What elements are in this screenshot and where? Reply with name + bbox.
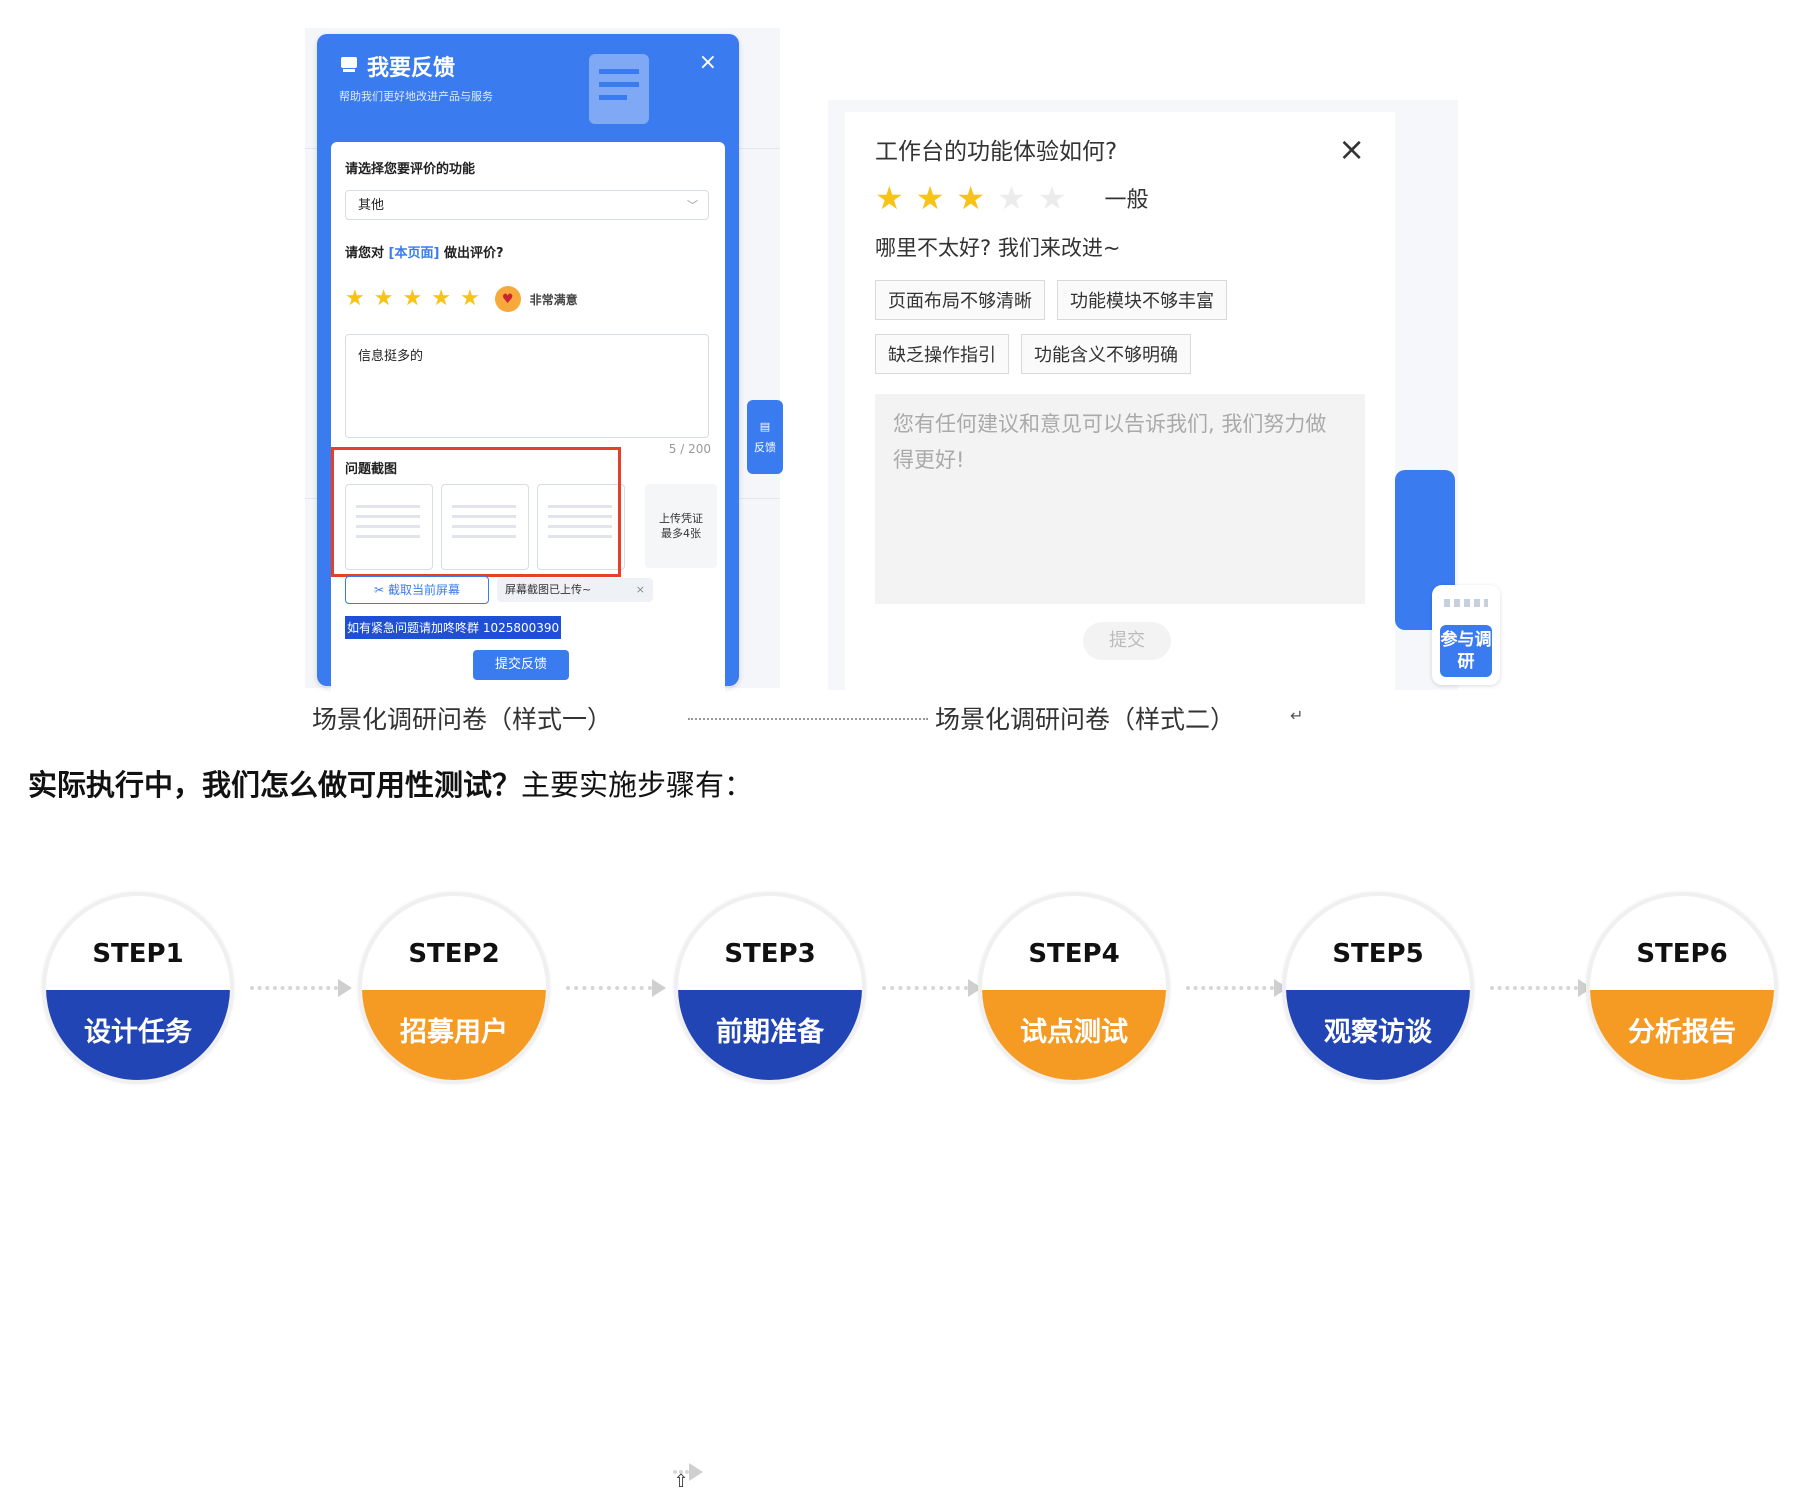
step-label: STEP3 (724, 939, 816, 969)
survey-panel-style2: 工作台的功能体验如何? × ★ ★ ★ ★ ★ 一般 哪里不太好? 我们来改进~… (845, 112, 1395, 690)
caption-style1: 场景化调研问卷（样式一） (312, 705, 613, 734)
char-counter: 5 / 200 (668, 442, 711, 456)
step-label: STEP1 (92, 939, 184, 969)
star-icon[interactable]: ★ (460, 288, 480, 310)
issue-tag[interactable]: 缺乏操作指引 (875, 334, 1009, 374)
star-icon[interactable]: ★ (956, 182, 985, 214)
panel-subtitle: 帮助我们更好地改进产品与服务 (339, 90, 493, 103)
step-name: 分析报告 (1590, 990, 1774, 1080)
star-icon[interactable]: ★ (374, 288, 394, 310)
issue-tags: 页面布局不够清晰 功能模块不够丰富 缺乏操作指引 功能含义不够明确 (875, 280, 1355, 374)
question-normal: 主要实施步骤有： (521, 768, 754, 802)
issue-tag[interactable]: 功能含义不够明确 (1021, 334, 1191, 374)
step-label: STEP5 (1332, 939, 1424, 969)
return-mark-icon: ↵ (1290, 706, 1304, 725)
uploaded-text: 屏幕截图已上传~ (505, 583, 592, 596)
rate-label-prefix: 请您对 (345, 246, 385, 261)
step-1: STEP1 设计任务 (42, 892, 234, 1084)
panel-body: 请选择您要评价的功能 其他 ﹀ 请您对 [本页面] 做出评价? ★ ★ ★ ★ … (331, 142, 725, 1491)
step-label: STEP6 (1636, 939, 1728, 969)
rate-label-suffix: 做出评价? (443, 246, 504, 261)
panel-title: 我要反馈 (367, 56, 456, 81)
question-bold: 实际执行中，我们怎么做可用性测试？ (28, 768, 522, 802)
upload-icon: ⇧ (673, 1463, 703, 1492)
issue-tag[interactable]: 功能模块不够丰富 (1057, 280, 1227, 320)
arrow-right-icon (1490, 979, 1592, 997)
highlight-box (331, 447, 621, 577)
upload-button[interactable]: ⇧ 上传凭证 最多4张 (645, 484, 717, 1491)
decorative-illustration (589, 54, 649, 124)
decorative-dots (1444, 599, 1488, 607)
close-icon[interactable]: × (636, 578, 645, 602)
rating-text: 一般 (1104, 188, 1149, 213)
star-icon[interactable]: ★ (875, 182, 904, 214)
join-survey-button[interactable]: 参与调研 (1432, 585, 1500, 685)
issue-tag[interactable]: 页面布局不够清晰 (875, 280, 1045, 320)
step-6: STEP6 分析报告 (1586, 892, 1778, 1084)
arrow-right-icon (882, 979, 982, 997)
panel-header: 我要反馈 帮助我们更好地改进产品与服务 (339, 50, 493, 104)
step-name: 观察访谈 (1286, 990, 1470, 1080)
capture-button-label: 截取当前屏幕 (387, 583, 460, 597)
star-icon[interactable]: ★ (345, 288, 365, 310)
feedback-icon (339, 54, 359, 78)
upload-line2: 最多4张 (661, 527, 701, 540)
feedback-textarea[interactable]: 信息挺多的 (345, 334, 709, 438)
function-select[interactable]: 其他 ﹀ (345, 190, 709, 220)
feedback-panel-style1: 我要反馈 帮助我们更好地改进产品与服务 × 请选择您要评价的功能 其他 ﹀ 请您… (317, 34, 739, 1491)
close-icon[interactable]: × (699, 50, 717, 75)
rate-label: 请您对 [本页面] 做出评价? (345, 242, 504, 261)
star-icon[interactable]: ★ (916, 182, 945, 214)
step-name: 试点测试 (982, 990, 1166, 1080)
rate-label-link[interactable]: [本页面] (389, 246, 440, 261)
side-tab-label: 反馈 (754, 440, 776, 454)
caption-divider (688, 718, 928, 720)
star-icon[interactable]: ★ (997, 182, 1026, 214)
arrow-right-icon (566, 979, 666, 997)
step-label: STEP2 (408, 939, 500, 969)
arrow-right-icon (1186, 979, 1288, 997)
arrow-right-icon (250, 979, 352, 997)
feedback-side-tab[interactable]: ▤ 反馈 (747, 400, 783, 474)
step-5: STEP5 观察访谈 (1282, 892, 1474, 1084)
star-icon[interactable]: ★ (431, 288, 451, 310)
scissors-icon: ✂ (374, 583, 385, 597)
select-value: 其他 (358, 198, 385, 213)
star-icon[interactable]: ★ (1038, 182, 1067, 214)
submit-button[interactable]: 提交 (1083, 622, 1171, 660)
select-label: 请选择您要评价的功能 (345, 162, 476, 177)
step-name: 设计任务 (46, 990, 230, 1080)
close-icon[interactable]: × (1338, 130, 1365, 168)
chevron-down-icon: ﹀ (687, 199, 698, 212)
emoji-icon: ♥ (494, 286, 521, 312)
rating-text: 非常满意 (529, 292, 578, 307)
upload-line1: 上传凭证 (659, 512, 703, 525)
uploaded-status: 屏幕截图已上传~ × (497, 578, 653, 602)
survey-title: 工作台的功能体验如何? (875, 139, 1118, 165)
step-label: STEP4 (1028, 939, 1120, 969)
step-3: STEP3 前期准备 (674, 892, 866, 1084)
step-4: STEP4 试点测试 (978, 892, 1170, 1084)
urgent-contact-text: 如有紧急问题请加咚咚群 1025800390 (345, 616, 562, 639)
step-2: STEP2 招募用户 (358, 892, 550, 1084)
star-icon[interactable]: ★ (402, 288, 422, 310)
rating-stars: ★ ★ ★ ★ ★ ♥ 非常满意 (345, 286, 578, 312)
usability-question: 实际执行中，我们怎么做可用性测试？主要实施步骤有： (28, 762, 753, 804)
join-survey-label: 参与调研 (1440, 625, 1492, 677)
feedback-icon: ▤ (759, 419, 771, 433)
submit-feedback-button[interactable]: 提交反馈 (473, 650, 569, 680)
suggestion-textarea[interactable]: 您有任何建议和意见可以告诉我们, 我们努力做得更好! (875, 394, 1365, 604)
step-name: 前期准备 (678, 990, 862, 1080)
caption-style2: 场景化调研问卷（样式二） (935, 705, 1236, 734)
rating-stars: ★ ★ ★ ★ ★ 一般 (875, 182, 1148, 214)
improve-question: 哪里不太好? 我们来改进~ (875, 236, 1121, 260)
capture-screen-button[interactable]: ✂ 截取当前屏幕 (345, 576, 489, 604)
step-name: 招募用户 (362, 990, 546, 1080)
